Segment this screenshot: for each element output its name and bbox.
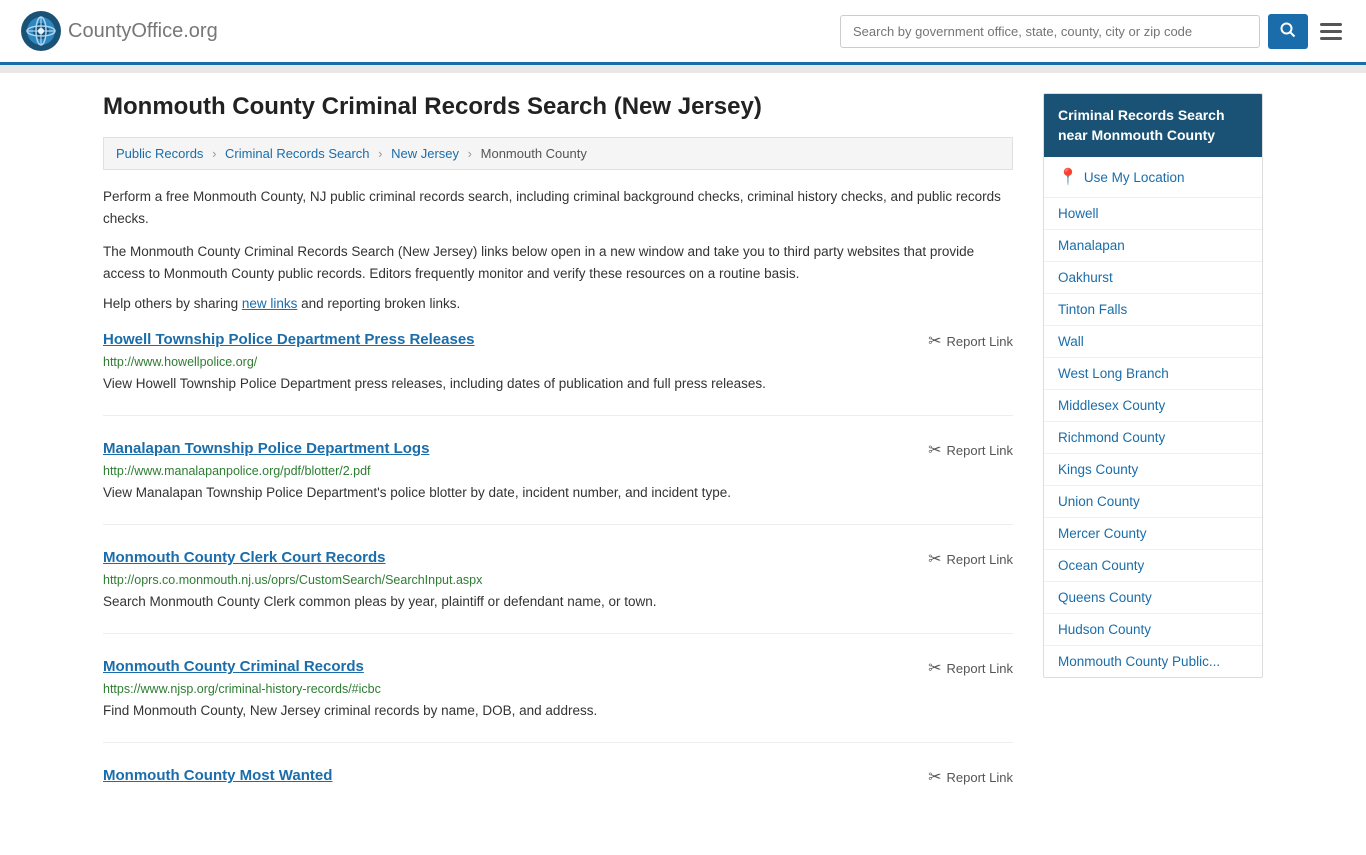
result-desc: Search Monmouth County Clerk common plea… [103,592,1013,613]
sidebar-link-manalapan[interactable]: Manalapan [1044,230,1262,262]
report-icon: ✂ [928,658,941,678]
result-desc: Find Monmouth County, New Jersey crimina… [103,701,1013,722]
result-item: Monmouth County Clerk Court Records ✂ Re… [103,549,1013,634]
result-header: Monmouth County Clerk Court Records ✂ Re… [103,549,1013,569]
page-title: Monmouth County Criminal Records Search … [103,93,1013,121]
result-title[interactable]: Howell Township Police Department Press … [103,331,475,348]
result-header: Monmouth County Most Wanted ✂ Report Lin… [103,767,1013,787]
search-area [840,14,1346,49]
sidebar-link-howell[interactable]: Howell [1044,198,1262,230]
top-bar [0,65,1366,73]
result-desc: View Howell Township Police Department p… [103,374,1013,395]
result-title[interactable]: Monmouth County Clerk Court Records [103,549,386,566]
sidebar-box: Criminal Records Search near Monmouth Co… [1043,93,1263,678]
intro-paragraph-2: The Monmouth County Criminal Records Sea… [103,241,1013,284]
sidebar-link-middlesex-county[interactable]: Middlesex County [1044,390,1262,422]
sidebar-link-mercer-county[interactable]: Mercer County [1044,518,1262,550]
main-container: Monmouth County Criminal Records Search … [83,73,1283,855]
site-header: CountyOffice.org [0,0,1366,65]
sidebar-link-oakhurst[interactable]: Oakhurst [1044,262,1262,294]
breadcrumb-public-records[interactable]: Public Records [116,146,203,161]
sidebar-link-kings-county[interactable]: Kings County [1044,454,1262,486]
help-text: Help others by sharing new links and rep… [103,296,1013,311]
report-icon: ✂ [928,331,941,351]
sidebar-header: Criminal Records Search near Monmouth Co… [1044,94,1262,157]
result-item: Howell Township Police Department Press … [103,331,1013,416]
menu-line-2 [1320,30,1342,33]
breadcrumb-sep-2: › [378,146,382,161]
result-url[interactable]: https://www.njsp.org/criminal-history-re… [103,682,1013,696]
sidebar-link-richmond-county[interactable]: Richmond County [1044,422,1262,454]
result-url[interactable]: http://www.manalapanpolice.org/pdf/blott… [103,464,1013,478]
breadcrumb-sep-1: › [212,146,216,161]
sidebar-link-queens-county[interactable]: Queens County [1044,582,1262,614]
result-item: Manalapan Township Police Department Log… [103,440,1013,525]
result-title[interactable]: Monmouth County Most Wanted [103,767,332,784]
search-input[interactable] [840,15,1260,48]
content-area: Monmouth County Criminal Records Search … [103,93,1013,835]
result-item: Monmouth County Criminal Records ✂ Repor… [103,658,1013,743]
search-button[interactable] [1268,14,1308,49]
report-link-button[interactable]: ✂ Report Link [928,549,1013,569]
logo-area[interactable]: CountyOffice.org [20,10,218,52]
report-icon: ✂ [928,767,941,787]
sidebar-link-west-long-branch[interactable]: West Long Branch [1044,358,1262,390]
sidebar-link-ocean-county[interactable]: Ocean County [1044,550,1262,582]
result-desc: View Manalapan Township Police Departmen… [103,483,1013,504]
result-header: Monmouth County Criminal Records ✂ Repor… [103,658,1013,678]
breadcrumb-sep-3: › [468,146,472,161]
sidebar-link-wall[interactable]: Wall [1044,326,1262,358]
logo-icon [20,10,62,52]
logo-text: CountyOffice.org [68,20,218,43]
report-link-button[interactable]: ✂ Report Link [928,658,1013,678]
use-my-location-button[interactable]: 📍 Use My Location [1044,157,1262,198]
menu-line-3 [1320,37,1342,40]
breadcrumb: Public Records › Criminal Records Search… [103,137,1013,170]
result-url[interactable]: http://www.howellpolice.org/ [103,355,1013,369]
sidebar-link-hudson-county[interactable]: Hudson County [1044,614,1262,646]
new-links-link[interactable]: new links [242,296,298,311]
result-item: Monmouth County Most Wanted ✂ Report Lin… [103,767,1013,811]
result-header: Manalapan Township Police Department Log… [103,440,1013,460]
intro-paragraph-1: Perform a free Monmouth County, NJ publi… [103,186,1013,229]
result-title[interactable]: Manalapan Township Police Department Log… [103,440,429,457]
result-header: Howell Township Police Department Press … [103,331,1013,351]
hamburger-menu-button[interactable] [1316,19,1346,44]
location-pin-icon: 📍 [1058,167,1078,187]
report-icon: ✂ [928,549,941,569]
report-link-button[interactable]: ✂ Report Link [928,440,1013,460]
breadcrumb-current: Monmouth County [481,146,587,161]
sidebar-link-monmouth-public[interactable]: Monmouth County Public... [1044,646,1262,677]
menu-line-1 [1320,23,1342,26]
sidebar: Criminal Records Search near Monmouth Co… [1043,93,1263,835]
results-list: Howell Township Police Department Press … [103,331,1013,811]
report-link-button[interactable]: ✂ Report Link [928,767,1013,787]
report-icon: ✂ [928,440,941,460]
breadcrumb-new-jersey[interactable]: New Jersey [391,146,459,161]
search-icon [1280,22,1296,38]
result-title[interactable]: Monmouth County Criminal Records [103,658,364,675]
sidebar-link-union-county[interactable]: Union County [1044,486,1262,518]
sidebar-link-tinton-falls[interactable]: Tinton Falls [1044,294,1262,326]
report-link-button[interactable]: ✂ Report Link [928,331,1013,351]
breadcrumb-criminal-records-search[interactable]: Criminal Records Search [225,146,370,161]
result-url[interactable]: http://oprs.co.monmouth.nj.us/oprs/Custo… [103,573,1013,587]
